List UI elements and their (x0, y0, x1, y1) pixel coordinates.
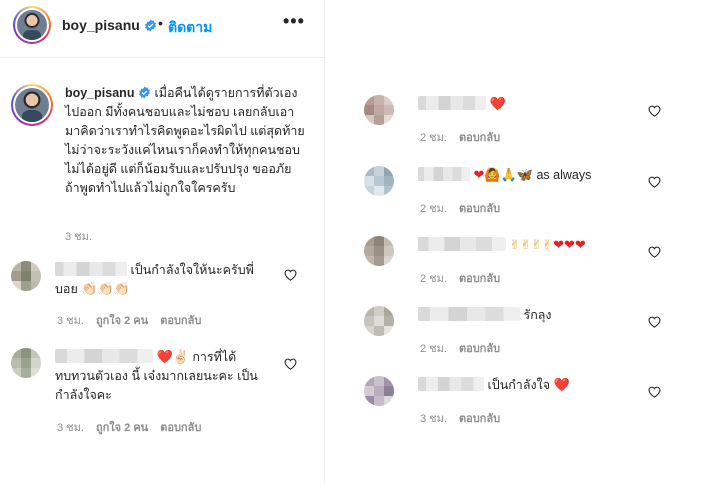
clapping-hands-emoji: 👏🏻👏🏻👏🏻 (81, 282, 130, 297)
comment-timestamp[interactable]: 2 ชม. (420, 203, 447, 215)
verified-badge-icon (144, 19, 156, 32)
comment-item: เป็นกำลังใจ ❤️ 3 ชม. ตอบกลับ (340, 373, 715, 428)
separator-dot: • (158, 15, 163, 31)
comment-timestamp[interactable]: 3 ชม. (57, 315, 84, 327)
red-heart-emoji: ❤️ (553, 378, 570, 393)
post-comments-left-column: boy_pisanu • ติดตาม ••• boy_pisanu เมื่อ… (0, 0, 325, 484)
comment-text: เป็นกำลังใจ (487, 378, 551, 392)
comments-right-column: ❤️ 2 ชม. ตอบกลับ ❤🙆🙏🦋 as always 2 ชม. ตอบก… (340, 0, 715, 484)
commenter-avatar[interactable] (11, 261, 41, 291)
victory-hands-hearts-emoji: ✌✌✌✌❤❤❤ (509, 238, 586, 253)
caption-author-avatar[interactable] (11, 84, 53, 126)
comment-timestamp[interactable]: 2 ชม. (420, 343, 447, 355)
reply-button[interactable]: ตอบกลับ (160, 315, 201, 327)
caption-username[interactable]: boy_pisanu (65, 86, 134, 100)
comment-text: as always (536, 168, 592, 182)
like-heart-icon[interactable] (648, 176, 661, 188)
comment-timestamp[interactable]: 2 ชม. (420, 273, 447, 285)
heart-victory-emoji: ❤️✌🏻 (156, 350, 189, 365)
commenter-avatar[interactable] (364, 95, 394, 125)
heart-person-pray-butterfly-emoji: ❤🙆🙏🦋 (473, 168, 533, 183)
commenter-avatar[interactable] (364, 166, 394, 196)
commenter-username[interactable] (55, 262, 127, 276)
commenter-avatar[interactable] (364, 376, 394, 406)
commenter-avatar[interactable] (364, 306, 394, 336)
commenter-avatar[interactable] (364, 236, 394, 266)
comment-likes-count[interactable]: ถูกใจ 2 คน (96, 422, 148, 434)
verified-badge-icon (139, 86, 150, 99)
commenter-username[interactable] (418, 237, 506, 251)
reply-button[interactable]: ตอบกลับ (459, 273, 500, 285)
comment-item: ❤️✌🏻 การที่ได้ทบทวนตัวเอง นี้ เจ๋งมากเลย… (0, 344, 325, 434)
comment-timestamp[interactable]: 2 ชม. (420, 132, 447, 144)
reply-button[interactable]: ตอบกลับ (160, 422, 201, 434)
comment-item: เป็นกำลังใจให้นะครับพี่บอย 👏🏻👏🏻👏🏻 3 ชม. ถ… (0, 255, 325, 335)
more-options-icon[interactable]: ••• (283, 11, 305, 32)
comment-timestamp[interactable]: 3 ชม. (57, 422, 84, 434)
caption-timestamp[interactable]: 3 ชม. (65, 227, 92, 245)
commenter-username[interactable] (55, 349, 153, 363)
comment-item: ✌✌✌✌❤❤❤ 2 ชม. ตอบกลับ (340, 233, 715, 288)
reply-button[interactable]: ตอบกลับ (459, 203, 500, 215)
commenter-username[interactable] (418, 377, 484, 391)
author-username[interactable]: boy_pisanu (62, 17, 140, 33)
post-header: boy_pisanu • ติดตาม ••• (0, 0, 325, 58)
like-heart-icon[interactable] (284, 358, 297, 370)
commenter-username[interactable] (418, 167, 470, 181)
follow-button[interactable]: ติดตาม (168, 17, 212, 39)
caption-text: เมื่อคืนได้ดูรายการที่ตัวเองไปออก มีทั้ง… (65, 86, 305, 195)
commenter-username[interactable] (418, 96, 486, 110)
comment-item: ❤🙆🙏🦋 as always 2 ชม. ตอบกลับ (340, 163, 715, 218)
reply-button[interactable]: ตอบกลับ (459, 132, 500, 144)
comment-item: รักลุง 2 ชม. ตอบกลับ (340, 303, 715, 358)
comment-timestamp[interactable]: 3 ชม. (420, 413, 447, 425)
like-heart-icon[interactable] (648, 246, 661, 258)
red-heart-emoji: ❤️ (489, 97, 506, 112)
commenter-avatar[interactable] (11, 348, 41, 378)
like-heart-icon[interactable] (648, 105, 661, 117)
author-avatar[interactable] (13, 6, 51, 44)
reply-button[interactable]: ตอบกลับ (459, 343, 500, 355)
like-heart-icon[interactable] (284, 269, 297, 281)
comment-likes-count[interactable]: ถูกใจ 2 คน (96, 315, 148, 327)
comment-item: ❤️ 2 ชม. ตอบกลับ (340, 92, 715, 147)
comment-text: รักลุง (523, 308, 552, 322)
commenter-username[interactable] (418, 307, 520, 321)
like-heart-icon[interactable] (648, 386, 661, 398)
reply-button[interactable]: ตอบกลับ (459, 413, 500, 425)
like-heart-icon[interactable] (648, 316, 661, 328)
